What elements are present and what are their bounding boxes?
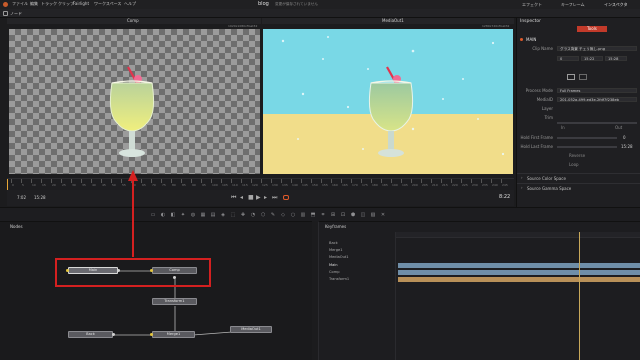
kf-item-comp[interactable]: Comp [329, 270, 340, 275]
kf-item-main[interactable]: Main [329, 263, 338, 268]
kf-item-back[interactable]: Back [329, 241, 338, 246]
keyframes-ruler [396, 232, 640, 238]
kf-bar-main[interactable] [398, 263, 640, 268]
keyframes-panel-title: Keyframes [325, 224, 347, 229]
kf-item-mediaout1[interactable]: MediaOut1 [329, 255, 349, 260]
keyframes-panel[interactable]: Keyframes Back Merge1 MediaOut1 Main Com… [318, 221, 640, 360]
keyframes-list-divider [395, 232, 396, 360]
keyframes-playhead[interactable] [579, 232, 580, 360]
kf-item-merge1[interactable]: Merge1 [329, 248, 343, 253]
kf-bar-comp[interactable] [398, 270, 640, 275]
kf-bar-transform1[interactable] [398, 277, 640, 282]
kf-item-transform1[interactable]: Transform1 [329, 277, 349, 282]
